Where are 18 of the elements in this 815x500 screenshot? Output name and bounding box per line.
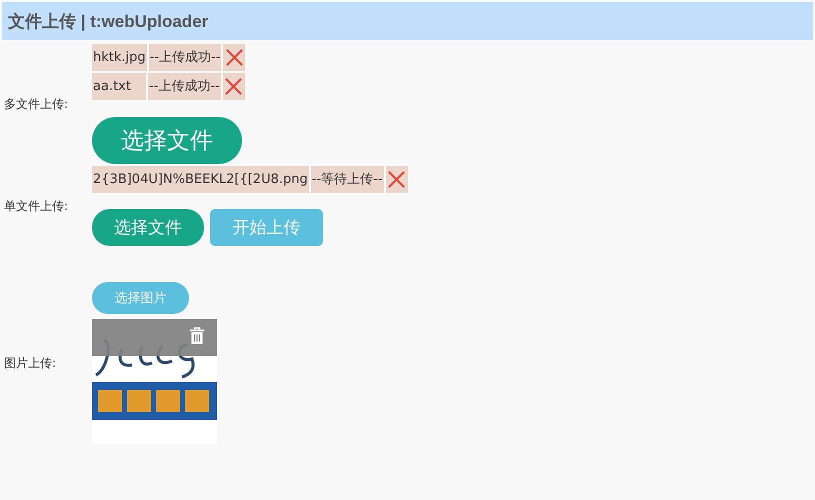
upload-status: --等待上传--: [310, 166, 384, 193]
choose-file-button[interactable]: 选择文件: [92, 209, 204, 246]
upload-status: --上传成功--: [148, 73, 221, 100]
field-label: 图片上传:: [3, 354, 58, 372]
start-upload-button[interactable]: 开始上传: [210, 209, 323, 246]
choose-file-button[interactable]: 选择文件: [92, 117, 242, 164]
field-label: 多文件上传:: [3, 96, 70, 112]
file-name: aa.txt: [92, 73, 146, 100]
delete-icon[interactable]: [224, 77, 244, 96]
delete-icon[interactable]: [224, 48, 244, 67]
trash-icon[interactable]: [189, 327, 205, 345]
field-label: 单文件上传:: [3, 198, 70, 214]
file-name: 2{3B]04U]N%BEEKL2[{[2U8.png: [92, 166, 309, 193]
delete-icon[interactable]: [387, 170, 406, 189]
page-title: 文件上传 | t:webUploader: [7, 10, 208, 32]
choose-image-button[interactable]: 选择图片: [92, 282, 189, 314]
upload-status: --上传成功--: [148, 44, 222, 71]
file-name: hktk.jpg: [92, 44, 147, 71]
